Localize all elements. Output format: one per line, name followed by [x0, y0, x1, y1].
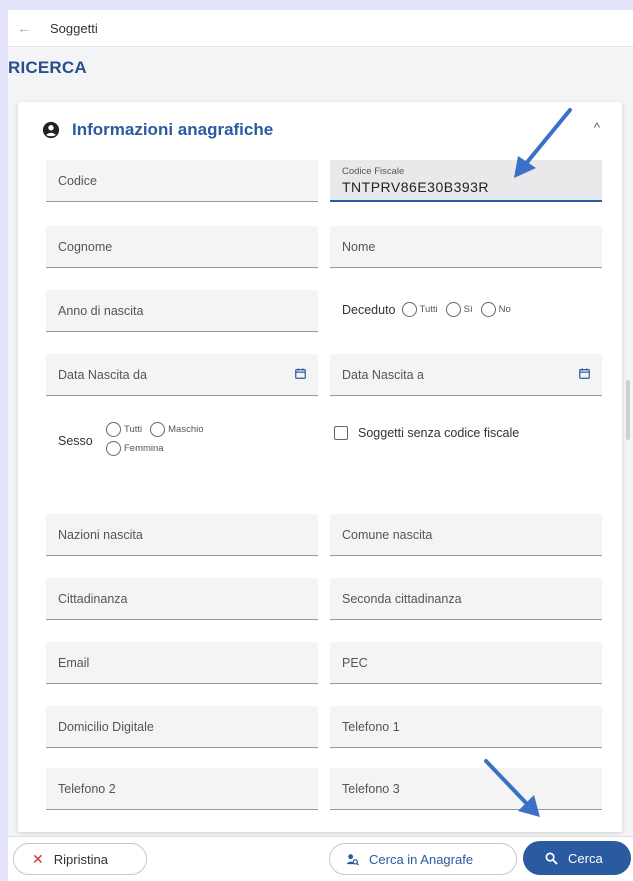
section-title: RICERCA [8, 58, 87, 77]
user-icon [42, 121, 60, 139]
data-nascita-a-label: Data Nascita a [342, 367, 424, 382]
nazioni-nascita-input[interactable]: Nazioni nascita [46, 514, 318, 556]
deceduto-radio-no[interactable] [480, 302, 496, 317]
deceduto-label: Deceduto [342, 302, 396, 317]
nome-label: Nome [342, 239, 376, 254]
search-icon [545, 852, 558, 865]
senza-cf-label: Soggetti senza codice fiscale [358, 426, 520, 440]
telefono1-label: Telefono 1 [342, 719, 400, 734]
calendar-icon[interactable] [295, 368, 306, 379]
deceduto-option-no: No [498, 304, 511, 315]
nazioni-nascita-label: Nazioni nascita [58, 527, 143, 542]
sesso-radio-tutti[interactable] [106, 422, 121, 437]
telefono2-input[interactable]: Telefono 2 [46, 768, 318, 810]
scrollbar[interactable] [626, 380, 630, 440]
search-panel: Informazioni anagrafiche ^ Codice Codice… [18, 102, 622, 832]
data-nascita-da-label: Data Nascita da [58, 367, 147, 382]
codice-fiscale-label: Codice Fiscale [342, 165, 405, 177]
action-bar: ✕ Ripristina Cerca in Anagrafe Cerca [8, 836, 633, 881]
cittadinanza-label: Cittadinanza [58, 591, 128, 606]
codice-label: Codice [58, 173, 97, 188]
sesso-radio-femmina[interactable] [106, 441, 121, 456]
pec-label: PEC [342, 655, 368, 670]
telefono3-label: Telefono 3 [342, 781, 400, 796]
reset-button[interactable]: ✕ Ripristina [13, 843, 147, 875]
domicilio-digitale-label: Domicilio Digitale [58, 719, 154, 734]
search-button-label: Cerca [568, 850, 603, 866]
user-search-icon [346, 853, 359, 865]
senza-cf-checkbox-row[interactable]: Soggetti senza codice fiscale [334, 426, 519, 440]
search-anagrafe-label: Cerca in Anagrafe [369, 851, 474, 867]
domicilio-digitale-input[interactable]: Domicilio Digitale [46, 706, 318, 748]
close-icon: ✕ [32, 850, 44, 867]
seconda-cittadinanza-label: Seconda cittadinanza [342, 591, 462, 606]
annotation-arrow-icon [484, 759, 540, 817]
calendar-icon[interactable] [579, 368, 590, 379]
panel-title: Informazioni anagrafiche [72, 120, 274, 139]
sesso-option-femmina: Femmina [124, 443, 164, 454]
cognome-label: Cognome [58, 239, 113, 254]
telefono1-input[interactable]: Telefono 1 [330, 706, 602, 748]
deceduto-radio-group: Deceduto Tutti Sì No [342, 302, 519, 317]
senza-cf-checkbox[interactable] [334, 426, 348, 440]
telefono3-input[interactable]: Telefono 3 [330, 768, 602, 810]
deceduto-option-tutti: Tutti [419, 304, 438, 315]
data-nascita-da-input[interactable]: Data Nascita da [46, 354, 318, 396]
sesso-option-maschio: Maschio [168, 424, 204, 435]
email-input[interactable]: Email [46, 642, 318, 684]
email-label: Email [58, 655, 90, 670]
anno-nascita-label: Anno di nascita [58, 303, 144, 318]
codice-input[interactable]: Codice [46, 160, 318, 202]
pec-input[interactable]: PEC [330, 642, 602, 684]
nome-input[interactable]: Nome [330, 226, 602, 268]
annotation-arrow-icon [514, 108, 572, 178]
sesso-radio-maschio[interactable] [150, 422, 166, 437]
anno-nascita-input[interactable]: Anno di nascita [46, 290, 318, 332]
deceduto-radio-si[interactable] [445, 302, 461, 317]
sesso-label: Sesso [58, 434, 93, 448]
seconda-cittadinanza-input[interactable]: Seconda cittadinanza [330, 578, 602, 620]
data-nascita-a-input[interactable]: Data Nascita a [330, 354, 602, 396]
app-window: ← Soggetti RICERCA Informazioni anagrafi… [8, 10, 633, 881]
cittadinanza-input[interactable]: Cittadinanza [46, 578, 318, 620]
cognome-input[interactable]: Cognome [46, 226, 318, 268]
search-anagrafe-button[interactable]: Cerca in Anagrafe [329, 843, 517, 875]
sesso-option-tutti: Tutti [124, 424, 143, 435]
topbar-title: Soggetti [50, 20, 98, 36]
panel-header[interactable]: Informazioni anagrafiche [42, 120, 273, 140]
sesso-radio-group: Sesso Tutti Maschio Femmina [58, 420, 298, 460]
telefono2-label: Telefono 2 [58, 781, 116, 796]
deceduto-radio-tutti[interactable] [401, 302, 417, 317]
comune-nascita-label: Comune nascita [342, 527, 433, 542]
back-arrow-icon[interactable]: ← [14, 20, 34, 36]
search-button[interactable]: Cerca [523, 841, 631, 875]
comune-nascita-input[interactable]: Comune nascita [330, 514, 602, 556]
codice-fiscale-value: TNTPRV86E30B393R [342, 178, 490, 195]
deceduto-option-si: Sì [463, 304, 473, 315]
chevron-up-icon[interactable]: ^ [594, 120, 600, 135]
reset-button-label: Ripristina [53, 851, 108, 867]
top-bar: ← Soggetti [8, 10, 633, 47]
